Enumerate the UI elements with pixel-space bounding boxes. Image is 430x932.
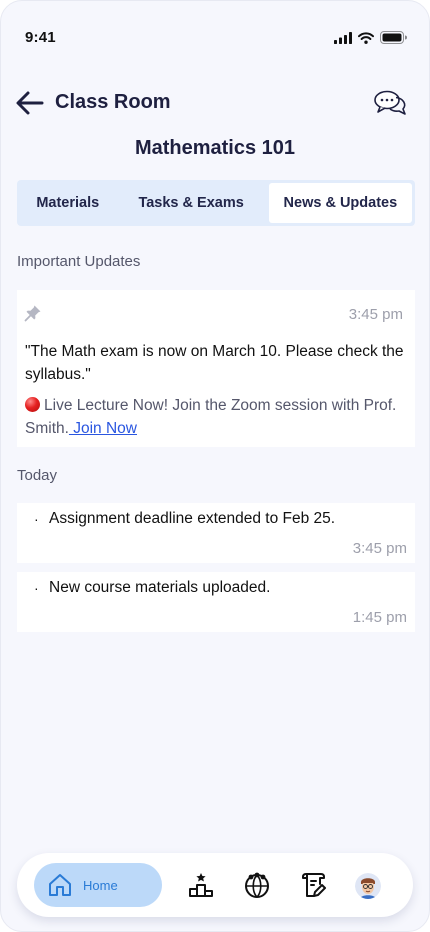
live-lecture-notice: Live Lecture Now! Join the Zoom session … — [25, 394, 405, 440]
community-icon[interactable] — [243, 871, 271, 899]
section-heading-important-updates: Important Updates — [17, 253, 141, 270]
app-screen: 9:41 Class Room Mathematics 101 Material… — [0, 0, 430, 932]
tab-news-updates[interactable]: News & Updates — [268, 183, 412, 223]
status-time: 9:41 — [25, 29, 56, 46]
bullet: · — [34, 511, 39, 527]
list-item[interactable]: · New course materials uploaded. 1:45 pm — [17, 572, 415, 632]
home-icon — [49, 874, 71, 896]
pinned-update-message: "The Math exam is now on March 10. Pleas… — [25, 343, 404, 383]
pinned-update-time: 3:45 pm — [348, 306, 403, 323]
tab-bar: Materials Tasks & Exams News & Updates — [17, 180, 415, 226]
profile-avatar[interactable] — [355, 873, 381, 899]
chat-bubbles-icon[interactable] — [373, 89, 407, 117]
pinned-update-card[interactable]: 3:45 pm "The Math exam is now on March 1… — [17, 290, 415, 447]
certificate-icon[interactable] — [299, 871, 327, 899]
join-now-link[interactable]: Join Now — [69, 420, 137, 437]
course-title: Mathematics 101 — [134, 137, 296, 159]
page-title: Class Room — [55, 91, 171, 113]
tab-tasks-exams[interactable]: Tasks & Exams — [116, 183, 267, 223]
pin-icon — [24, 305, 41, 322]
section-heading-today: Today — [17, 467, 58, 484]
bullet: · — [34, 580, 39, 596]
arrow-left-icon[interactable] — [15, 90, 45, 116]
header: Class Room — [1, 87, 429, 119]
avatar-icon — [355, 873, 381, 899]
tab-materials[interactable]: Materials — [20, 183, 116, 223]
wifi-icon — [358, 31, 374, 44]
news-item-time: 1:45 pm — [352, 609, 407, 626]
battery-icon — [380, 31, 407, 44]
red-circle-icon — [25, 397, 40, 412]
nav-home-label: Home — [83, 877, 118, 893]
news-item-time: 3:45 pm — [352, 540, 407, 557]
news-item-text: New course materials uploaded. — [49, 579, 271, 596]
cellular-signal-icon — [334, 31, 352, 44]
podium-icon[interactable] — [187, 871, 215, 899]
status-bar: 9:41 — [1, 1, 429, 55]
status-icons — [334, 31, 407, 44]
news-item-text: Assignment deadline extended to Feb 25. — [49, 510, 336, 527]
list-item[interactable]: · Assignment deadline extended to Feb 25… — [17, 503, 415, 563]
nav-home-button[interactable]: Home — [34, 863, 162, 907]
bottom-nav: Home — [17, 853, 413, 917]
